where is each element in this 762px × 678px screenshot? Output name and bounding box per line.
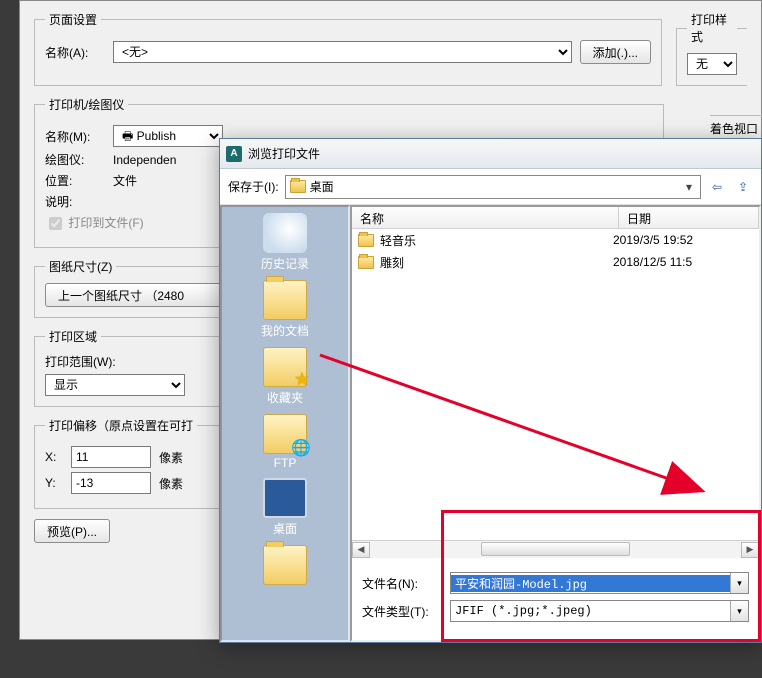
filetype-value: JFIF (*.jpg;*.jpeg) [451,604,730,618]
app-icon: A [226,146,242,162]
file-list[interactable]: 轻音乐 2019/3/5 19:52 雕刻 2018/12/5 11:5 [352,229,759,540]
savein-bar: 保存于(I): 桌面 ▾ ⇦ ⇪ [220,169,761,205]
filename-value[interactable]: 平安和润园-Model.jpg [451,575,730,592]
print-to-file-checkbox[interactable]: 打印到文件(F) [45,214,144,233]
y-label: Y: [45,476,63,490]
filetype-combo[interactable]: JFIF (*.jpg;*.jpeg) ▾ [450,600,749,622]
print-offset-legend: 打印偏移（原点设置在可打 [45,417,197,434]
y-unit: 像素 [159,475,183,492]
up-icon[interactable]: ⇪ [733,177,753,197]
list-item[interactable]: 雕刻 2018/12/5 11:5 [352,251,759,273]
printer-name-label: 名称(M): [45,128,105,145]
filetype-label: 文件类型(T): [362,603,442,620]
print-style-select[interactable]: 无 [687,53,737,75]
back-icon[interactable]: ⇦ [707,177,727,197]
desc-label: 说明: [45,193,105,210]
folder-icon [358,256,374,269]
place-history[interactable]: 历史记录 [222,213,348,272]
page-setup-group: 页面设置 名称(A): <无> 添加(.)... [34,11,662,86]
dialog-title: 浏览打印文件 [248,145,320,162]
filename-label: 文件名(N): [362,575,442,592]
print-to-file-input[interactable] [49,217,62,230]
scroll-left-icon[interactable]: ◀ [352,542,370,558]
paper-size-button[interactable]: 上一个图纸尺寸 （2480 [45,283,225,307]
savein-combo[interactable]: 桌面 ▾ [285,175,701,199]
savein-label: 保存于(I): [228,178,279,195]
page-name-label: 名称(A): [45,44,105,61]
titlebar[interactable]: A 浏览打印文件 [220,139,761,169]
desktop-icon [263,478,307,518]
filename-combo[interactable]: 平安和润园-Model.jpg ▾ [450,572,749,594]
x-label: X: [45,450,63,464]
print-range-select[interactable]: 显示 [45,374,185,396]
place-extra[interactable] [222,545,348,587]
history-icon [263,213,307,253]
print-area-group: 打印区域 打印范围(W): 显示 [34,328,224,407]
plotter-value: Independen [113,153,176,167]
folder-icon [290,180,306,193]
printer-name-select[interactable]: 🖶 Publish [113,125,223,147]
savein-value: 桌面 [310,178,678,195]
print-area-legend: 打印区域 [45,328,101,345]
plotter-label: 绘图仪: [45,151,105,168]
preview-button[interactable]: 预览(P)... [34,519,110,543]
x-input[interactable] [71,446,151,468]
scroll-right-icon[interactable]: ▶ [741,542,759,558]
col-name[interactable]: 名称 [352,207,619,228]
chevron-down-icon[interactable]: ▾ [730,573,748,593]
printer-legend: 打印机/绘图仪 [45,96,128,113]
chevron-down-icon: ▾ [682,180,696,194]
horizontal-scrollbar[interactable]: ◀ ▶ [352,540,759,558]
page-name-select[interactable]: <无> [113,41,572,63]
places-bar: 历史记录 我的文档 收藏夹 FTP 桌面 [220,205,350,642]
print-style-group: 打印样式 无 [676,11,747,86]
col-date[interactable]: 日期 [619,207,759,228]
page-setup-legend: 页面设置 [45,11,101,28]
folder-icon [358,234,374,247]
print-offset-group: 打印偏移（原点设置在可打 X: 像素 Y: 像素 [34,417,224,509]
folder-icon [263,545,307,585]
print-range-label: 打印范围(W): [45,353,213,370]
place-mydocs[interactable]: 我的文档 [222,280,348,339]
place-ftp[interactable]: FTP [222,414,348,470]
print-style-legend: 打印样式 [687,11,737,45]
scroll-track[interactable] [370,542,741,558]
y-input[interactable] [71,472,151,494]
add-button[interactable]: 添加(.)... [580,40,651,64]
list-item[interactable]: 轻音乐 2019/3/5 19:52 [352,229,759,251]
ftp-icon [263,414,307,454]
place-desktop[interactable]: 桌面 [222,478,348,537]
file-pane: 名称 日期 轻音乐 2019/3/5 19:52 雕刻 2018/12/5 11… [350,205,761,642]
location-label: 位置: [45,172,105,189]
paper-legend: 图纸尺寸(Z) [45,258,116,275]
folder-icon [263,280,307,320]
browse-dialog: A 浏览打印文件 保存于(I): 桌面 ▾ ⇦ ⇪ 历史记录 我的文档 收藏夹 [219,138,762,643]
bottom-fields: 文件名(N): 平安和润园-Model.jpg ▾ 文件类型(T): JFIF … [352,558,759,640]
place-favorites[interactable]: 收藏夹 [222,347,348,406]
favorites-icon [263,347,307,387]
file-header[interactable]: 名称 日期 [352,207,759,229]
scroll-thumb[interactable] [481,542,629,556]
x-unit: 像素 [159,449,183,466]
location-value: 文件 [113,172,137,189]
paper-size-group: 图纸尺寸(Z) 上一个图纸尺寸 （2480 [34,258,236,318]
chevron-down-icon[interactable]: ▾ [730,601,748,621]
